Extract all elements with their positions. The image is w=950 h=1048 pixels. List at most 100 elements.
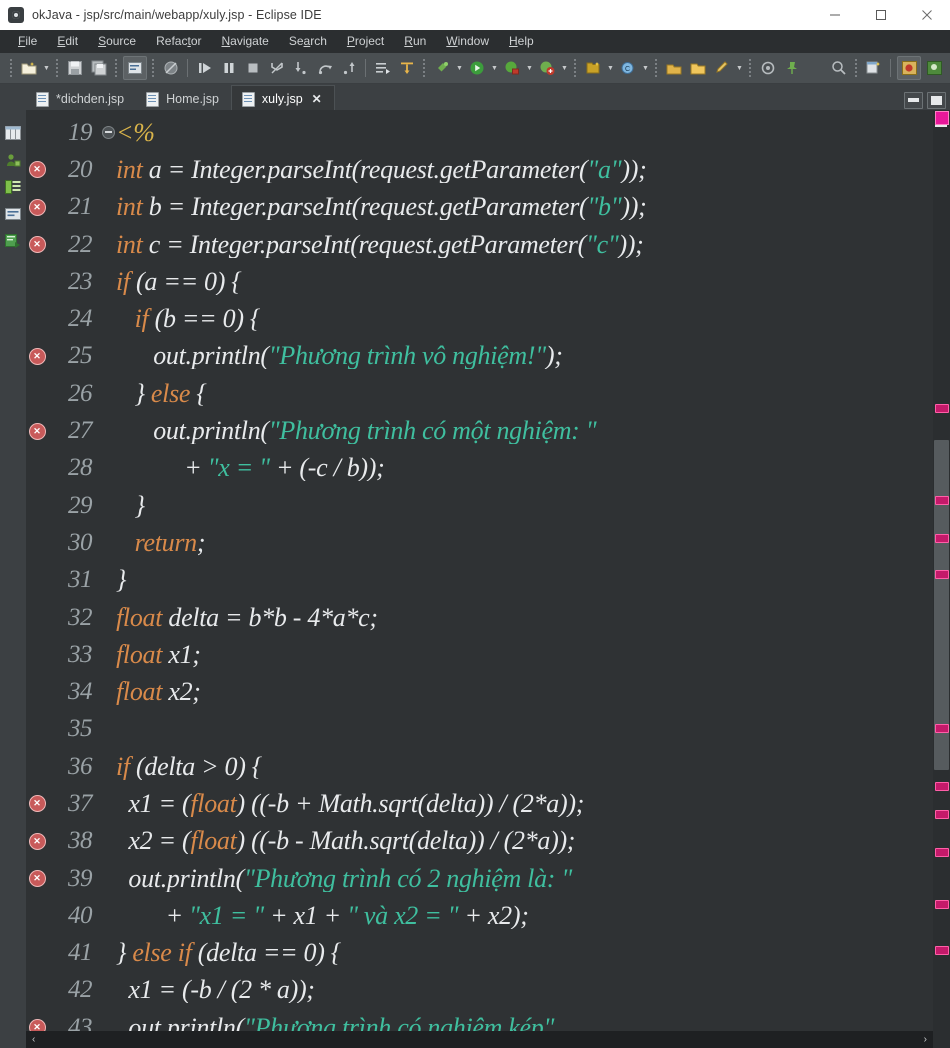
line-gutter[interactable]: ✕	[26, 833, 48, 850]
step-over-icon[interactable]	[314, 57, 336, 79]
code-line[interactable]: ✕37 x1 = (float) ((-b + Math.sqrt(delta)…	[26, 785, 933, 822]
close-icon[interactable]: ✕	[312, 92, 322, 106]
package-explorer-icon[interactable]	[5, 126, 21, 140]
coverage-icon[interactable]	[536, 57, 558, 79]
code-line[interactable]: ✕25 out.println("Phương trình vô nghiệm!…	[26, 338, 933, 375]
debug-dropdown-icon[interactable]: ▼	[524, 57, 535, 79]
menu-navigate[interactable]: Navigate	[211, 30, 278, 52]
line-gutter[interactable]: ✕	[26, 870, 48, 887]
scroll-right-arrow-icon[interactable]: ›	[924, 1034, 927, 1045]
code-line[interactable]: 33float x1;	[26, 636, 933, 673]
suspend-icon[interactable]	[218, 57, 240, 79]
new-java-package-icon[interactable]	[582, 57, 604, 79]
overview-ruler-marker[interactable]	[935, 496, 949, 505]
error-marker-icon[interactable]: ✕	[29, 348, 46, 365]
new-wizard-icon[interactable]	[18, 57, 40, 79]
external-tools-icon[interactable]	[431, 57, 453, 79]
menu-run[interactable]: Run	[394, 30, 436, 52]
code-line[interactable]: ✕21int b = Integer.parseInt(request.getP…	[26, 189, 933, 226]
scroll-left-arrow-icon[interactable]: ‹	[32, 1034, 35, 1045]
tab-home-jsp[interactable]: Home.jsp	[136, 86, 231, 112]
step-into-icon[interactable]	[290, 57, 312, 79]
overview-ruler-marker[interactable]	[935, 404, 949, 413]
open-type-icon[interactable]	[663, 57, 685, 79]
open-perspective-icon[interactable]	[863, 57, 885, 79]
error-marker-icon[interactable]: ✕	[29, 795, 46, 812]
overview-ruler-marker[interactable]	[935, 534, 949, 543]
new-package-dropdown-icon[interactable]: ▼	[605, 57, 616, 79]
code-line[interactable]: 32float delta = b*b - 4*a*c;	[26, 599, 933, 636]
menu-source[interactable]: Source	[88, 30, 146, 52]
save-icon[interactable]	[64, 57, 86, 79]
next-annotation-icon[interactable]	[372, 57, 394, 79]
overview-ruler-marker[interactable]	[935, 570, 949, 579]
maximize-button[interactable]	[858, 0, 904, 30]
pin-editor-icon[interactable]	[781, 57, 803, 79]
minimize-panel-icon[interactable]	[904, 92, 923, 109]
line-gutter[interactable]: ✕	[26, 161, 48, 178]
code-line[interactable]: 30 return;	[26, 524, 933, 561]
terminate-icon[interactable]	[242, 57, 264, 79]
code-line[interactable]: 31}	[26, 562, 933, 599]
open-task-dropdown-icon[interactable]: ▼	[734, 57, 745, 79]
error-marker-icon[interactable]: ✕	[29, 870, 46, 887]
overview-ruler-marker[interactable]	[935, 946, 949, 955]
code-line[interactable]: 19<%	[26, 114, 933, 151]
tab-dichden-jsp[interactable]: *dichden.jsp	[26, 86, 136, 112]
code-line[interactable]: 23if (a == 0) {	[26, 263, 933, 300]
code-line[interactable]: ✕43 out.println("Phương trình có nghiệm …	[26, 1009, 933, 1031]
resume-icon[interactable]	[194, 57, 216, 79]
open-resource-icon[interactable]	[687, 57, 709, 79]
search-icon[interactable]	[828, 57, 850, 79]
menu-window[interactable]: Window	[436, 30, 499, 52]
line-gutter[interactable]: ✕	[26, 423, 48, 440]
menu-help[interactable]: Help	[499, 30, 544, 52]
code-line[interactable]: 42 x1 = (-b / (2 * a));	[26, 972, 933, 1009]
code-line[interactable]: 24 if (b == 0) {	[26, 300, 933, 337]
new-wizard-dropdown-icon[interactable]: ▼	[41, 57, 52, 79]
overview-ruler-marker[interactable]	[935, 724, 949, 733]
collapse-icon[interactable]	[102, 126, 115, 139]
overview-ruler-status[interactable]	[935, 111, 949, 125]
line-gutter[interactable]: ✕	[26, 348, 48, 365]
annotation-toggle-icon[interactable]	[757, 57, 779, 79]
tab-xuly-jsp[interactable]: xuly.jsp ✕	[231, 85, 335, 112]
close-button[interactable]	[904, 0, 950, 30]
overview-ruler-marker[interactable]	[935, 900, 949, 909]
skip-breakpoints-icon[interactable]	[160, 57, 182, 79]
minimize-button[interactable]	[812, 0, 858, 30]
coverage-dropdown-icon[interactable]: ▼	[559, 57, 570, 79]
vertical-scrollbar[interactable]	[933, 110, 950, 1031]
debug-perspective-icon[interactable]	[923, 57, 945, 79]
line-gutter[interactable]: ✕	[26, 199, 48, 216]
servers-icon[interactable]	[5, 153, 21, 167]
code-line[interactable]: 29 }	[26, 487, 933, 524]
open-task-icon[interactable]	[711, 57, 733, 79]
code-editor[interactable]: 19<%✕20int a = Integer.parseInt(request.…	[26, 110, 933, 1031]
line-gutter[interactable]: ✕	[26, 795, 48, 812]
error-marker-icon[interactable]: ✕	[29, 236, 46, 253]
code-line[interactable]: ✕38 x2 = (float) ((-b - Math.sqrt(delta)…	[26, 823, 933, 860]
horizontal-scrollbar[interactable]: ‹ ›	[26, 1031, 933, 1048]
run-dropdown-icon[interactable]: ▼	[489, 57, 500, 79]
menu-project[interactable]: Project	[337, 30, 394, 52]
debug-icon[interactable]	[501, 57, 523, 79]
code-line[interactable]: 26 } else {	[26, 375, 933, 412]
toggle-mark-occurrences-icon[interactable]	[123, 56, 147, 80]
new-class-dropdown-icon[interactable]: ▼	[640, 57, 651, 79]
java-perspective-icon[interactable]	[897, 56, 921, 80]
menu-refactor[interactable]: Refactor	[146, 30, 211, 52]
project-explorer-icon[interactable]	[5, 180, 21, 194]
line-gutter[interactable]: ✕	[26, 1019, 48, 1031]
code-line[interactable]: 41} else if (delta == 0) {	[26, 935, 933, 972]
code-line[interactable]: ✕39 out.println("Phương trình có 2 nghiệ…	[26, 860, 933, 897]
error-marker-icon[interactable]: ✕	[29, 161, 46, 178]
code-line[interactable]: 34float x2;	[26, 673, 933, 710]
code-line[interactable]: ✕27 out.println("Phương trình có một ngh…	[26, 412, 933, 449]
outline-icon[interactable]	[5, 207, 21, 221]
menu-file[interactable]: File	[8, 30, 47, 52]
menu-search[interactable]: Search	[279, 30, 337, 52]
console-icon[interactable]	[5, 234, 21, 248]
overview-ruler-marker[interactable]	[935, 782, 949, 791]
fold-gutter[interactable]	[100, 126, 116, 139]
